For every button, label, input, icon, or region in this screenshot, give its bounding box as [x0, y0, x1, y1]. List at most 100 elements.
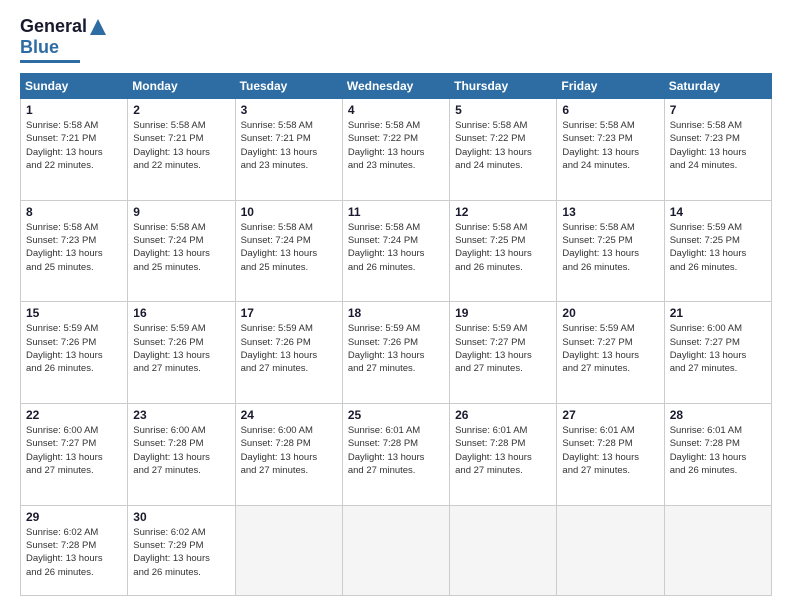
day-info: Sunrise: 5:58 AM Sunset: 7:23 PM Dayligh…: [562, 119, 658, 172]
day-number: 10: [241, 205, 337, 219]
day-number: 18: [348, 306, 444, 320]
day-number: 3: [241, 103, 337, 117]
day-info: Sunrise: 5:58 AM Sunset: 7:24 PM Dayligh…: [241, 221, 337, 274]
calendar-day-cell: 30 Sunrise: 6:02 AM Sunset: 7:29 PM Dayli…: [128, 505, 235, 595]
calendar-day-cell: 22 Sunrise: 6:00 AM Sunset: 7:27 PM Dayli…: [21, 403, 128, 505]
day-number: 5: [455, 103, 551, 117]
day-number: 4: [348, 103, 444, 117]
calendar-day-cell: 5 Sunrise: 5:58 AM Sunset: 7:22 PM Daylig…: [450, 99, 557, 201]
day-number: 17: [241, 306, 337, 320]
calendar-day-cell: [235, 505, 342, 595]
page: General Blue SundayMondayTuesdayWednesda…: [0, 0, 792, 612]
day-number: 27: [562, 408, 658, 422]
weekday-header: Thursday: [450, 74, 557, 99]
calendar-day-cell: 18Sunrise: 5:59 AM Sunset: 7:26 PM Dayli…: [342, 302, 449, 404]
day-number: 26: [455, 408, 551, 422]
day-number: 22: [26, 408, 122, 422]
weekday-header: Monday: [128, 74, 235, 99]
logo: General Blue: [20, 16, 107, 63]
calendar-day-cell: [557, 505, 664, 595]
weekday-header: Tuesday: [235, 74, 342, 99]
calendar-table: SundayMondayTuesdayWednesdayThursdayFrid…: [20, 73, 772, 596]
logo-blue: Blue: [20, 37, 59, 58]
day-number: 11: [348, 205, 444, 219]
calendar-day-cell: [342, 505, 449, 595]
day-number: 30: [133, 510, 229, 524]
day-number: 16: [133, 306, 229, 320]
calendar-day-cell: 1 Sunrise: 5:58 AM Sunset: 7:21 PM Daylig…: [21, 99, 128, 201]
calendar-day-cell: [450, 505, 557, 595]
day-info: Sunrise: 5:59 AM Sunset: 7:26 PM Dayligh…: [241, 322, 337, 375]
calendar-day-cell: 7Sunrise: 5:58 AM Sunset: 7:23 PM Daylig…: [664, 99, 771, 201]
header: General Blue: [20, 16, 772, 63]
day-info: Sunrise: 5:59 AM Sunset: 7:26 PM Dayligh…: [133, 322, 229, 375]
calendar-day-cell: 26 Sunrise: 6:01 AM Sunset: 7:28 PM Dayli…: [450, 403, 557, 505]
calendar-day-cell: 21 Sunrise: 6:00 AM Sunset: 7:27 PM Dayli…: [664, 302, 771, 404]
day-number: 13: [562, 205, 658, 219]
day-info: Sunrise: 6:01 AM Sunset: 7:28 PM Dayligh…: [670, 424, 766, 477]
day-info: Sunrise: 5:58 AM Sunset: 7:22 PM Dayligh…: [348, 119, 444, 172]
calendar-day-cell: 4 Sunrise: 5:58 AM Sunset: 7:22 PM Daylig…: [342, 99, 449, 201]
calendar-day-cell: 25Sunrise: 6:01 AM Sunset: 7:28 PM Dayli…: [342, 403, 449, 505]
logo-triangle-icon: [89, 18, 107, 36]
weekday-header: Sunday: [21, 74, 128, 99]
day-number: 28: [670, 408, 766, 422]
calendar-day-cell: [664, 505, 771, 595]
day-number: 1: [26, 103, 122, 117]
day-info: Sunrise: 6:00 AM Sunset: 7:28 PM Dayligh…: [133, 424, 229, 477]
day-info: Sunrise: 5:58 AM Sunset: 7:21 PM Dayligh…: [26, 119, 122, 172]
day-info: Sunrise: 5:59 AM Sunset: 7:26 PM Dayligh…: [26, 322, 122, 375]
logo-general: General: [20, 16, 87, 37]
day-info: Sunrise: 6:00 AM Sunset: 7:27 PM Dayligh…: [670, 322, 766, 375]
day-info: Sunrise: 6:02 AM Sunset: 7:28 PM Dayligh…: [26, 526, 122, 579]
day-number: 21: [670, 306, 766, 320]
day-number: 19: [455, 306, 551, 320]
calendar-day-cell: 20 Sunrise: 5:59 AM Sunset: 7:27 PM Dayli…: [557, 302, 664, 404]
calendar-day-cell: 29Sunrise: 6:02 AM Sunset: 7:28 PM Dayli…: [21, 505, 128, 595]
calendar-day-cell: 9 Sunrise: 5:58 AM Sunset: 7:24 PM Daylig…: [128, 200, 235, 302]
calendar-day-cell: 15 Sunrise: 5:59 AM Sunset: 7:26 PM Dayli…: [21, 302, 128, 404]
day-number: 20: [562, 306, 658, 320]
calendar-week-row: 15 Sunrise: 5:59 AM Sunset: 7:26 PM Dayli…: [21, 302, 772, 404]
day-number: 8: [26, 205, 122, 219]
logo-underline: [20, 60, 80, 63]
weekday-header: Saturday: [664, 74, 771, 99]
day-info: Sunrise: 5:58 AM Sunset: 7:25 PM Dayligh…: [562, 221, 658, 274]
day-number: 9: [133, 205, 229, 219]
calendar-day-cell: 17 Sunrise: 5:59 AM Sunset: 7:26 PM Dayli…: [235, 302, 342, 404]
calendar-day-cell: 10 Sunrise: 5:58 AM Sunset: 7:24 PM Dayli…: [235, 200, 342, 302]
weekday-header: Friday: [557, 74, 664, 99]
day-info: Sunrise: 6:00 AM Sunset: 7:28 PM Dayligh…: [241, 424, 337, 477]
day-info: Sunrise: 5:58 AM Sunset: 7:21 PM Dayligh…: [133, 119, 229, 172]
day-info: Sunrise: 6:01 AM Sunset: 7:28 PM Dayligh…: [562, 424, 658, 477]
day-number: 23: [133, 408, 229, 422]
day-info: Sunrise: 5:58 AM Sunset: 7:21 PM Dayligh…: [241, 119, 337, 172]
calendar-day-cell: 28 Sunrise: 6:01 AM Sunset: 7:28 PM Dayli…: [664, 403, 771, 505]
calendar-day-cell: 14 Sunrise: 5:59 AM Sunset: 7:25 PM Dayli…: [664, 200, 771, 302]
day-number: 2: [133, 103, 229, 117]
calendar-week-row: 1 Sunrise: 5:58 AM Sunset: 7:21 PM Daylig…: [21, 99, 772, 201]
day-info: Sunrise: 6:00 AM Sunset: 7:27 PM Dayligh…: [26, 424, 122, 477]
calendar-week-row: 29Sunrise: 6:02 AM Sunset: 7:28 PM Dayli…: [21, 505, 772, 595]
day-number: 24: [241, 408, 337, 422]
calendar-day-cell: 12Sunrise: 5:58 AM Sunset: 7:25 PM Dayli…: [450, 200, 557, 302]
calendar-week-row: 22 Sunrise: 6:00 AM Sunset: 7:27 PM Dayli…: [21, 403, 772, 505]
day-info: Sunrise: 5:58 AM Sunset: 7:24 PM Dayligh…: [348, 221, 444, 274]
day-info: Sunrise: 5:58 AM Sunset: 7:22 PM Dayligh…: [455, 119, 551, 172]
day-info: Sunrise: 6:01 AM Sunset: 7:28 PM Dayligh…: [455, 424, 551, 477]
day-number: 15: [26, 306, 122, 320]
day-info: Sunrise: 5:59 AM Sunset: 7:25 PM Dayligh…: [670, 221, 766, 274]
day-info: Sunrise: 6:02 AM Sunset: 7:29 PM Dayligh…: [133, 526, 229, 579]
calendar-day-cell: 24 Sunrise: 6:00 AM Sunset: 7:28 PM Dayli…: [235, 403, 342, 505]
day-info: Sunrise: 5:59 AM Sunset: 7:27 PM Dayligh…: [562, 322, 658, 375]
calendar-day-cell: 2 Sunrise: 5:58 AM Sunset: 7:21 PM Daylig…: [128, 99, 235, 201]
day-number: 7: [670, 103, 766, 117]
day-number: 14: [670, 205, 766, 219]
calendar-day-cell: 6Sunrise: 5:58 AM Sunset: 7:23 PM Daylig…: [557, 99, 664, 201]
calendar-day-cell: 13 Sunrise: 5:58 AM Sunset: 7:25 PM Dayli…: [557, 200, 664, 302]
day-info: Sunrise: 5:58 AM Sunset: 7:23 PM Dayligh…: [26, 221, 122, 274]
calendar-header-row: SundayMondayTuesdayWednesdayThursdayFrid…: [21, 74, 772, 99]
day-info: Sunrise: 5:58 AM Sunset: 7:24 PM Dayligh…: [133, 221, 229, 274]
calendar-day-cell: 3 Sunrise: 5:58 AM Sunset: 7:21 PM Daylig…: [235, 99, 342, 201]
calendar-day-cell: 23 Sunrise: 6:00 AM Sunset: 7:28 PM Dayli…: [128, 403, 235, 505]
